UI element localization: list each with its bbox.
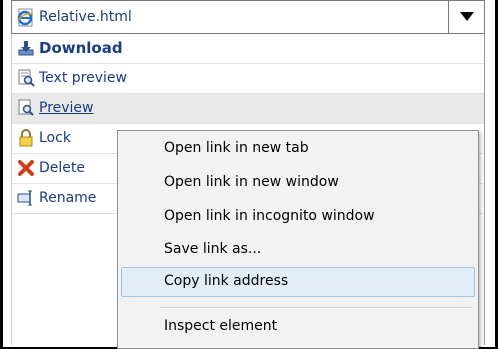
context-item-label: Inspect element [164, 318, 278, 334]
context-item-label: Copy link address [164, 273, 289, 289]
context-item-label: Open link in incognito window [164, 208, 375, 224]
context-item-copy-link-address[interactable]: Copy link address [121, 267, 475, 297]
context-item-label: Save link as... [164, 241, 262, 257]
menu-item-label: Download [39, 39, 123, 57]
preview-icon [17, 99, 35, 117]
rename-icon [17, 189, 35, 207]
ie-html-file-icon [16, 8, 35, 27]
context-item-label: Open link in new window [164, 174, 339, 190]
file-selector[interactable]: Relative.html [11, 0, 485, 34]
dropdown-button[interactable] [448, 1, 484, 33]
context-item-save-link-as[interactable]: Save link as... [121, 235, 475, 265]
context-item-open-new-window[interactable]: Open link in new window [121, 168, 475, 198]
lock-icon [17, 129, 35, 147]
context-item-open-incognito[interactable]: Open link in incognito window [121, 202, 475, 232]
menu-item-label: Text preview [39, 70, 127, 86]
context-menu: Open link in new tab Open link in new wi… [117, 130, 479, 349]
text-preview-icon [17, 69, 35, 87]
context-item-label: Open link in new tab [164, 140, 309, 156]
download-icon [17, 39, 35, 57]
menu-item-label: Lock [39, 130, 71, 146]
menu-item-label: Rename [39, 190, 97, 206]
context-menu-separator [160, 307, 472, 308]
file-name: Relative.html [39, 9, 132, 25]
menu-item-label: Delete [39, 160, 85, 176]
delete-icon [17, 159, 35, 177]
menu-item-label: Preview [39, 100, 94, 116]
menu-item-preview[interactable]: Preview [12, 94, 484, 124]
menu-item-text-preview[interactable]: Text preview [12, 64, 484, 94]
context-item-open-new-tab[interactable]: Open link in new tab [121, 134, 475, 164]
menu-item-download[interactable]: Download [12, 34, 484, 64]
context-item-inspect-element[interactable]: Inspect element [121, 312, 475, 342]
chevron-down-icon [460, 12, 474, 21]
